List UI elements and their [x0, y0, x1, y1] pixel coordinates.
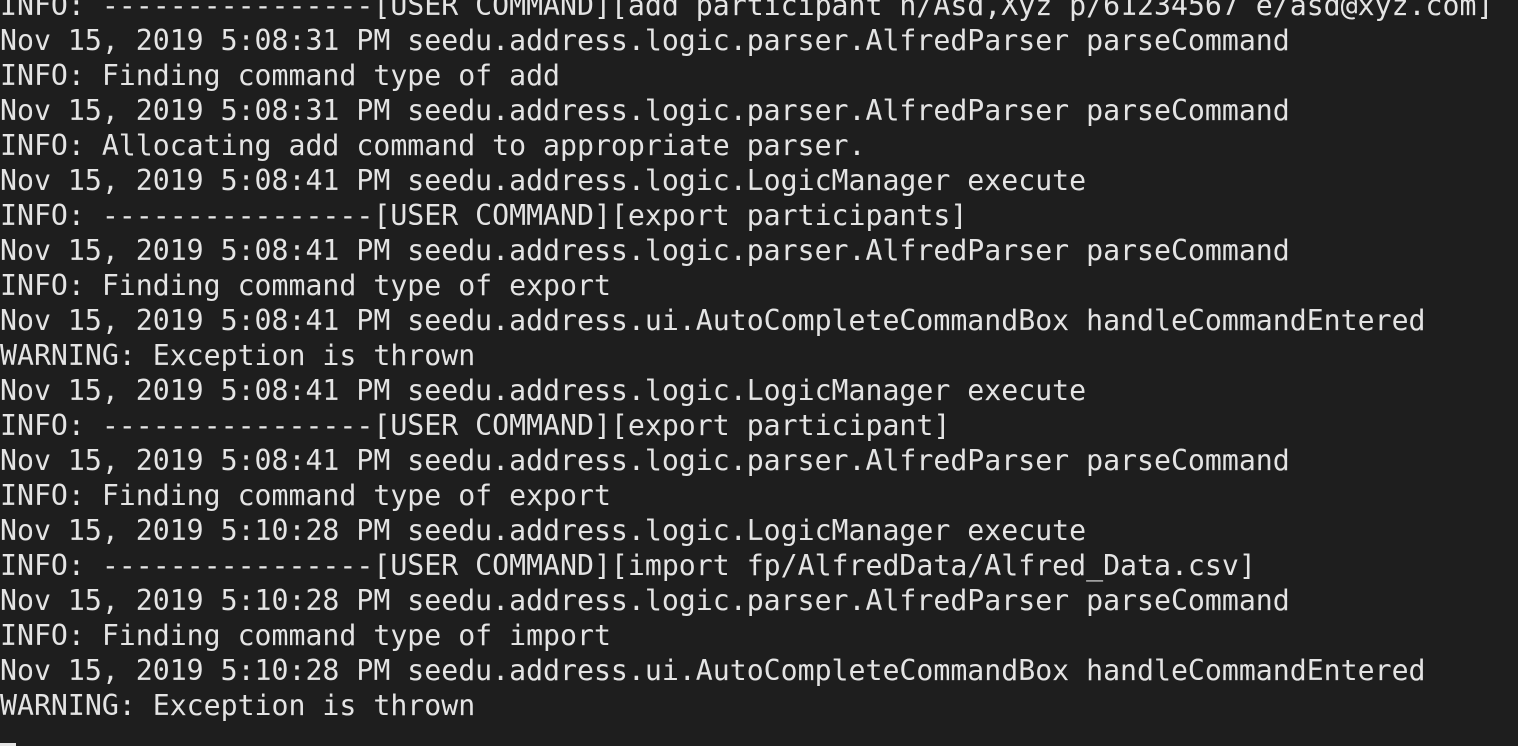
log-line: Nov 15, 2019 5:08:41 PM seedu.address.lo… — [0, 164, 1087, 197]
log-line: Nov 15, 2019 5:08:41 PM seedu.address.lo… — [0, 374, 1087, 407]
log-line: Nov 15, 2019 5:08:41 PM seedu.address.ui… — [0, 304, 1426, 337]
log-line: Nov 15, 2019 5:10:28 PM seedu.address.lo… — [0, 584, 1290, 617]
log-line: INFO: ----------------[USER COMMAND][exp… — [0, 199, 968, 232]
log-line: INFO: ----------------[USER COMMAND][exp… — [0, 409, 951, 442]
log-line: INFO: ----------------[USER COMMAND][imp… — [0, 549, 1256, 582]
terminal-output: INFO: ----------------[USER COMMAND][add… — [0, 0, 1518, 723]
log-line: INFO: Finding command type of import — [0, 619, 611, 652]
log-line: Nov 15, 2019 5:08:41 PM seedu.address.lo… — [0, 444, 1290, 477]
log-line: WARNING: Exception is thrown — [0, 339, 476, 372]
log-line: INFO: Finding command type of export — [0, 269, 611, 302]
log-line: Nov 15, 2019 5:10:28 PM seedu.address.lo… — [0, 514, 1087, 547]
log-line: Nov 15, 2019 5:08:41 PM seedu.address.lo… — [0, 234, 1290, 267]
log-line: INFO: Finding command type of export — [0, 479, 611, 512]
log-line: Nov 15, 2019 5:08:31 PM seedu.address.lo… — [0, 24, 1290, 57]
log-line: INFO: Allocating add command to appropri… — [0, 129, 866, 162]
log-line: INFO: Finding command type of add — [0, 59, 561, 92]
terminal-window[interactable]: INFO: ----------------[USER COMMAND][add… — [0, 0, 1518, 746]
log-line: Nov 15, 2019 5:10:28 PM seedu.address.ui… — [0, 654, 1426, 687]
log-line: Nov 15, 2019 5:08:31 PM seedu.address.lo… — [0, 94, 1290, 127]
log-line: WARNING: Exception is thrown — [0, 689, 476, 722]
log-line: INFO: ----------------[USER COMMAND][add… — [0, 0, 1494, 22]
